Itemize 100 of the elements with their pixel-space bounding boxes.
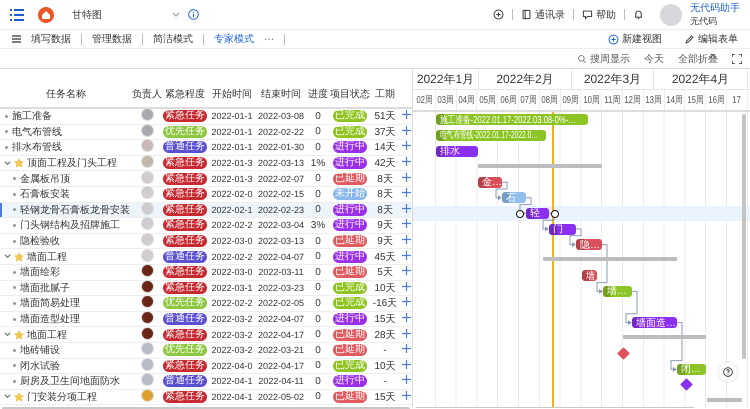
column-header: 结束时间: [260, 88, 302, 101]
end-date: 2022-03-11: [257, 267, 305, 278]
bar-label: 石: [506, 192, 516, 205]
task-bar[interactable]: 门: [549, 224, 576, 234]
status-tag: 已完成: [333, 297, 367, 310]
duration-value: 45天: [373, 250, 397, 264]
status-tag: 进行中: [333, 313, 367, 326]
table-row[interactable]: 门安装分项工程 紧急任务 2022-04-1 2022-05-02 0 已延期 15天: [0, 390, 412, 406]
more-button[interactable]: ···: [264, 34, 274, 44]
task-bar[interactable]: 墙: [582, 270, 597, 282]
add-icon[interactable]: [402, 328, 410, 338]
table-row[interactable]: 金属板吊顶 紧急任务 2022-01-3 2022-02-07 0 已延期 8天: [0, 171, 412, 187]
scrollbar[interactable]: [742, 114, 746, 359]
milestone-marker[interactable]: [616, 347, 630, 360]
month-label: 2022年2月: [496, 70, 554, 88]
edit-form-button[interactable]: 编辑表单: [684, 32, 738, 46]
add-icon[interactable]: [402, 141, 410, 150]
urgency-tag: 优先任务: [163, 344, 207, 356]
table-row[interactable]: 墙面工程 普通任务 2022-02-2 2022-04-07 0 进行中 45天: [0, 249, 412, 265]
bullet-icon: [13, 208, 16, 212]
task-bar[interactable]: 金…: [478, 176, 502, 188]
add-icon[interactable]: [402, 172, 410, 182]
add-icon[interactable]: [402, 188, 410, 198]
table-row[interactable]: 地砖铺设 优先任务 2022-03-2 2022-03-21 0 已延期 -: [0, 342, 412, 358]
add-icon[interactable]: [402, 126, 410, 135]
table-row[interactable]: 电气布管线 优先任务 2022-01-1 2022-02-22 0 已完成 37天: [0, 124, 412, 140]
task-bar[interactable]: 墙面造…: [632, 317, 677, 328]
table-row[interactable]: 墙面造型处理 普通任务 2022-03-2 2022-04-07 0 进行中 15天: [0, 312, 412, 328]
add-icon[interactable]: [402, 360, 410, 369]
week-label: 06周: [500, 94, 516, 107]
view-tab[interactable]: 填写数据: [31, 32, 71, 46]
table-row[interactable]: 墙面绘彩 紧急任务 2022-03-0 2022-03-11 0 已延期 5天: [0, 264, 412, 281]
add-icon[interactable]: [402, 375, 410, 384]
chevron-down-icon[interactable]: [4, 331, 11, 338]
table-row[interactable]: 墙面批腻子 紧急任务 2022-03-1 2022-03-23 0 已完成 10天: [0, 280, 412, 296]
add-icon[interactable]: [402, 390, 410, 400]
add-icon[interactable]: [402, 297, 410, 306]
add-icon[interactable]: [402, 204, 410, 213]
urgency-tag: 紧急任务: [163, 188, 207, 200]
task-bar[interactable]: 轻: [526, 208, 549, 219]
add-icon[interactable]: [402, 157, 410, 166]
start-date: 2022-03-1: [210, 282, 254, 293]
urgency-tag: 紧急任务: [163, 110, 207, 122]
add-icon[interactable]: [402, 110, 410, 120]
add-icon[interactable]: [402, 344, 410, 354]
progress-value: 1%: [310, 158, 326, 169]
task-name: 墙面批腻子: [20, 282, 70, 295]
progress-value: 0: [314, 329, 322, 340]
table-row[interactable]: 闭水试验 紧急任务 2022-04-0 2022-04-17 0 已完成 10天: [0, 358, 412, 374]
duration-value: 8天: [376, 172, 394, 186]
table-row[interactable]: 顶面工程及门头工程 紧急任务 2022-01-3 2022-03-13 1% 进行中 42天: [0, 156, 412, 172]
add-icon[interactable]: [402, 266, 410, 276]
add-icon[interactable]: [402, 313, 410, 322]
urgency-tag: 紧急任务: [163, 157, 207, 170]
urgency-tag: 紧急任务: [163, 360, 207, 372]
task-name: 地面工程: [27, 328, 67, 342]
urgency-tag: 紧急任务: [163, 204, 207, 216]
contacts-button[interactable]: 通讯录: [521, 8, 565, 22]
progress-value: 0: [314, 173, 322, 184]
week-display-button[interactable]: 搜周显示: [577, 52, 630, 66]
help-button[interactable]: [719, 363, 737, 381]
fullscreen-icon[interactable]: [732, 54, 742, 64]
task-name: 石膏板安装: [20, 188, 70, 202]
chevron-down-icon[interactable]: [4, 393, 11, 400]
urgency-tag: 普通任务: [163, 375, 207, 388]
new-view-button[interactable]: 新建视图: [608, 32, 662, 46]
table-row[interactable]: 施工准备 紧急任务 2022-01-1 2022-03-08 0 已完成 51天: [0, 109, 412, 125]
table-row[interactable]: 隐检验收 紧急任务 2022-03-0 2022-03-13 0 已延期 9天: [0, 234, 412, 250]
view-tab[interactable]: 管理数据: [92, 32, 132, 46]
dependency-arrow: [626, 290, 638, 326]
info-icon[interactable]: [188, 9, 199, 20]
add-icon[interactable]: [402, 282, 410, 291]
end-date: 2022-03-04: [256, 220, 306, 230]
caret-icon[interactable]: [172, 12, 180, 18]
task-bar[interactable]: 排水: [436, 146, 478, 156]
table-row[interactable]: 地面工程 紧急任务 2022-03-2 2022-04-17 0 已延期 28天: [0, 327, 412, 343]
toolbar-button[interactable]: 今天: [644, 52, 664, 66]
task-bar[interactable]: 隐…: [576, 239, 602, 250]
menu-icon[interactable]: [10, 8, 24, 20]
dependency-arrow: [570, 228, 582, 248]
add-icon[interactable]: [402, 219, 410, 228]
add-icon[interactable]: [402, 235, 410, 244]
add-circle-icon[interactable]: [493, 9, 504, 20]
chevron-down-icon[interactable]: [4, 253, 11, 260]
view-tab[interactable]: 简洁模式: [153, 32, 193, 46]
status-tag: 已延期: [333, 344, 367, 356]
chevron-down-icon[interactable]: [4, 160, 11, 167]
table-row[interactable]: 轻钢龙骨石膏板龙骨安装 紧急任务 2022-02-1 2022-02-23 0 进行中 8天: [0, 202, 412, 218]
table-row[interactable]: 排水布管线 普通任务 2022-01-1 2022-01-30 0 进行中 14天: [0, 140, 412, 156]
bell-icon[interactable]: [633, 9, 644, 20]
view-tab[interactable]: 专家模式: [214, 32, 254, 46]
menu-icon[interactable]: [12, 35, 21, 43]
help-button[interactable]: 帮助: [582, 8, 616, 22]
toolbar-button[interactable]: 全部折叠: [678, 52, 718, 66]
add-icon[interactable]: [402, 250, 410, 260]
table-row[interactable]: 墙面简易处理 优先任务 2022-02-2 2022-02-05 0 已完成 -16天: [0, 296, 412, 312]
table-row[interactable]: 门头钢结构及招牌施工 紧急任务 2022-02-2 2022-03-04 3% 进行中 9天: [0, 218, 412, 234]
table-row[interactable]: 厨房及卫生间地面防水 普通任务 2022-04-1 2022-04-11 0 进行中 -: [0, 374, 412, 390]
start-date: 2022-04-0: [210, 360, 254, 371]
start-date: 2022-04-1: [210, 392, 254, 402]
